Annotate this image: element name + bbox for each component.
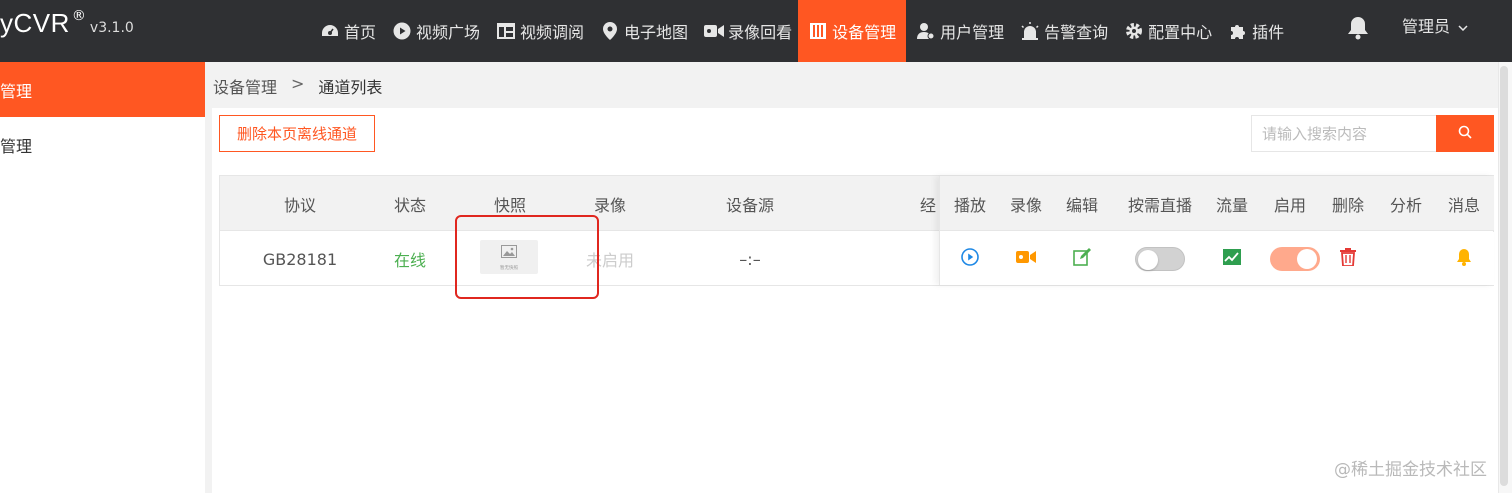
video-camera-icon [1016,249,1036,268]
col-header-status: 状态 [393,195,426,215]
cell-status: 在线 [393,251,426,270]
search-input[interactable] [1251,115,1437,152]
nav-item-device-management[interactable]: 设备管理 [798,0,907,62]
side-item[interactable]: 管理 [0,117,205,172]
top-navbar: yCVR ® v3.1.0 首页 视频广场 视频调阅 电子地图 录像回看 设备管… [0,0,1512,62]
col-header-flow: 流量 [1215,195,1248,215]
watermark-text: @稀土掘金技术社区 [1334,460,1487,480]
col-header-extra: 经 [920,195,937,215]
nav-item-playback[interactable]: 录像回看 [702,0,794,62]
brand-version: v3.1.0 [89,20,134,36]
message-button[interactable] [1444,232,1484,285]
nav-label: 首页 [344,23,377,42]
col-header-ondemand: 按需直播 [1127,195,1192,215]
trash-icon [1340,247,1356,270]
scrollbar-thumb[interactable] [1500,66,1508,486]
toggle-switch-off[interactable] [1135,246,1185,271]
col-header-analyze: 分析 [1389,195,1422,215]
dashboard-icon [320,21,340,41]
nav-item-video-square[interactable]: 视频广场 [390,0,482,62]
line-chart-icon [1223,248,1241,269]
col-header-edit: 编辑 [1065,195,1098,215]
columns-icon [808,21,828,41]
nav-item-map[interactable]: 电子地图 [598,0,690,62]
play-circle-icon [392,21,412,41]
toggle-knob [1138,249,1158,270]
brand-logo: yCVR ® v3.1.0 [0,8,134,48]
side-item-label: 管理 [0,136,33,156]
notification-bell-icon[interactable] [1344,14,1372,42]
grid-icon [496,21,516,41]
play-circle-icon [961,247,979,270]
col-header-play: 播放 [953,195,986,215]
toggle-knob [1297,248,1317,269]
toggle-switch-on[interactable] [1270,246,1320,271]
col-header-source: 设备源 [725,195,774,215]
edit-icon [1073,247,1091,270]
nav-label: 插件 [1252,23,1285,42]
col-header-message: 消息 [1447,195,1480,215]
nav-item-alarm-query[interactable]: 告警查询 [1018,0,1110,62]
cell-protocol: GB28181 [262,249,338,269]
nav-item-video-view[interactable]: 视频调阅 [494,0,586,62]
nav-label: 设备管理 [832,23,897,42]
edit-button[interactable] [1062,232,1102,285]
table-fixed-right-columns: 播放 录像 编辑 按需直播 流量 启用 删除 分析 消息 [939,176,1494,285]
col-header-protocol: 协议 [283,195,316,215]
cell-source: –:– [739,249,761,269]
breadcrumb: 设备管理 > 通道列表 [213,74,382,98]
map-pin-icon [600,21,620,41]
col-header-enable: 启用 [1273,195,1306,215]
main-nav: 首页 视频广场 视频调阅 电子地图 录像回看 设备管理 用户管理 告警查询 配置… [318,0,1298,62]
side-item-label: 管理 [0,81,33,101]
nav-item-plugins[interactable]: 插件 [1226,0,1286,62]
gear-icon [1124,21,1144,41]
channel-table: 协议 状态 快照 录像 设备源 经 GB28181 在线 暂无快照 未启用 –:… [219,175,1494,286]
nav-item-user-management[interactable]: 用户管理 [914,0,1006,62]
chevron-down-icon [1458,16,1468,35]
channel-list-panel: 删除本页离线通道 协议 状态 快照 录像 设备源 经 GB28181 在线 暂无… [212,108,1504,493]
flow-button[interactable] [1212,232,1252,285]
brand-registered-mark: ® [71,8,86,24]
enable-toggle[interactable] [1270,232,1320,285]
user-menu[interactable]: 管理员 [1402,0,1468,50]
snapshot-highlight-box [455,215,599,299]
nav-label: 配置中心 [1148,23,1213,42]
search-icon [1458,125,1472,142]
user-gear-icon [916,21,936,41]
search-button[interactable] [1436,115,1494,152]
delete-offline-channels-button[interactable]: 删除本页离线通道 [219,115,375,152]
play-button[interactable] [950,232,990,285]
nav-label: 视频调阅 [520,23,585,42]
col-header-recording: 录像 [1009,195,1042,215]
brand-name: yCVR [0,8,70,38]
bell-icon [1456,248,1472,270]
nav-label: 告警查询 [1044,23,1109,42]
nav-label: 用户管理 [940,23,1005,42]
side-item-active[interactable]: 管理 [0,62,205,117]
delete-button[interactable] [1328,232,1368,285]
nav-label: 录像回看 [728,23,793,42]
puzzle-icon [1228,21,1248,41]
nav-item-config-center[interactable]: 配置中心 [1122,0,1214,62]
breadcrumb-current: 通道列表 [318,78,383,97]
user-name: 管理员 [1402,17,1451,36]
nav-label: 视频广场 [416,23,481,42]
side-menu: 管理 管理 [0,62,205,493]
breadcrumb-parent[interactable]: 设备管理 [213,74,277,98]
video-camera-icon [704,21,725,41]
alarm-light-icon [1020,21,1040,41]
ondemand-toggle[interactable] [1120,232,1200,285]
record-button[interactable] [1006,232,1046,285]
nav-item-home[interactable]: 首页 [318,0,378,62]
col-header-delete: 删除 [1331,195,1364,215]
breadcrumb-separator: > [291,74,305,93]
nav-label: 电子地图 [624,23,689,42]
